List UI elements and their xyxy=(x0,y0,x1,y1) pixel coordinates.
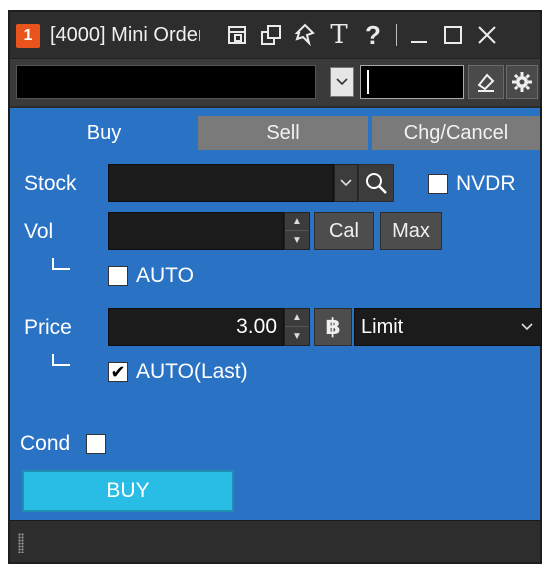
font-icon[interactable]: T xyxy=(324,20,354,50)
stock-input[interactable] xyxy=(108,164,334,202)
account-field[interactable] xyxy=(16,65,316,99)
pin-icon[interactable] xyxy=(290,20,320,50)
tab-buy[interactable]: Buy xyxy=(10,116,198,150)
tree-connector xyxy=(52,258,70,270)
pin-input[interactable] xyxy=(360,65,464,99)
stock-search-button[interactable] xyxy=(358,164,394,202)
title-bar[interactable]: 1 [4000] Mini Order T ? xyxy=(10,12,540,58)
price-label: Price xyxy=(24,316,72,339)
price-stepper[interactable]: ▲ ▼ xyxy=(284,308,310,346)
restore-icon[interactable] xyxy=(222,20,252,50)
max-button[interactable]: Max xyxy=(380,212,442,250)
mini-order-window: 1 [4000] Mini Order T ? Buy Sell Chg/Can… xyxy=(8,10,542,564)
copy-window-icon[interactable] xyxy=(256,20,286,50)
close-icon[interactable] xyxy=(472,20,502,50)
cond-checkbox[interactable] xyxy=(86,434,106,454)
price-value: 3.00 xyxy=(236,315,277,338)
nvdr-label: NVDR xyxy=(456,172,516,195)
tab-sell[interactable]: Sell xyxy=(198,116,370,150)
account-dropdown-button[interactable] xyxy=(330,67,354,97)
maximize-icon[interactable] xyxy=(438,20,468,50)
chevron-down-icon xyxy=(340,179,352,187)
cond-label: Cond xyxy=(20,432,71,455)
currency-baht-button[interactable]: ฿ xyxy=(314,308,352,346)
order-type-select[interactable]: Limit xyxy=(354,308,542,346)
minimize-icon[interactable] xyxy=(404,20,434,50)
vol-label: Vol xyxy=(24,220,54,243)
stock-label: Stock xyxy=(24,172,77,195)
tab-chg-cancel[interactable]: Chg/Cancel xyxy=(372,116,540,150)
account-toolbar xyxy=(10,58,540,106)
vol-increase-icon[interactable]: ▲ xyxy=(285,213,309,231)
drag-grip-icon[interactable] xyxy=(18,533,24,553)
buy-submit-button[interactable]: BUY xyxy=(22,470,234,512)
price-input[interactable]: 3.00 xyxy=(108,308,284,346)
help-icon[interactable]: ? xyxy=(358,20,388,50)
cal-button[interactable]: Cal xyxy=(314,212,374,250)
tree-connector xyxy=(52,354,70,366)
price-auto-label: AUTO(Last) xyxy=(136,360,248,383)
vol-auto-checkbox[interactable] xyxy=(108,266,128,286)
vol-auto-label: AUTO xyxy=(136,264,194,287)
status-bar xyxy=(10,520,540,562)
eraser-icon xyxy=(477,73,495,92)
price-decrease-icon[interactable]: ▼ xyxy=(285,327,309,345)
price-increase-icon[interactable]: ▲ xyxy=(285,309,309,327)
chevron-down-icon xyxy=(336,78,348,86)
gear-icon xyxy=(512,72,532,92)
eraser-button[interactable] xyxy=(468,65,504,99)
nvdr-checkbox[interactable] xyxy=(428,174,448,194)
window-number-badge: 1 xyxy=(16,24,40,48)
vol-stepper[interactable]: ▲ ▼ xyxy=(284,212,310,250)
chevron-down-icon xyxy=(521,323,533,331)
vol-decrease-icon[interactable]: ▼ xyxy=(285,231,309,249)
order-type-value: Limit xyxy=(361,316,404,338)
vol-input[interactable] xyxy=(108,212,284,250)
price-auto-checkbox[interactable]: ✔ xyxy=(108,362,128,382)
search-icon xyxy=(366,173,387,194)
stock-dropdown-button[interactable] xyxy=(334,164,358,202)
window-title: [4000] Mini Order xyxy=(50,24,200,46)
text-caret xyxy=(367,70,369,94)
settings-button[interactable] xyxy=(506,65,538,99)
title-separator xyxy=(392,20,400,50)
order-tabs: Buy Sell Chg/Cancel xyxy=(10,116,540,150)
order-panel: Buy Sell Chg/Cancel Stock NVDR Vol ▲ ▼ C… xyxy=(10,108,542,520)
